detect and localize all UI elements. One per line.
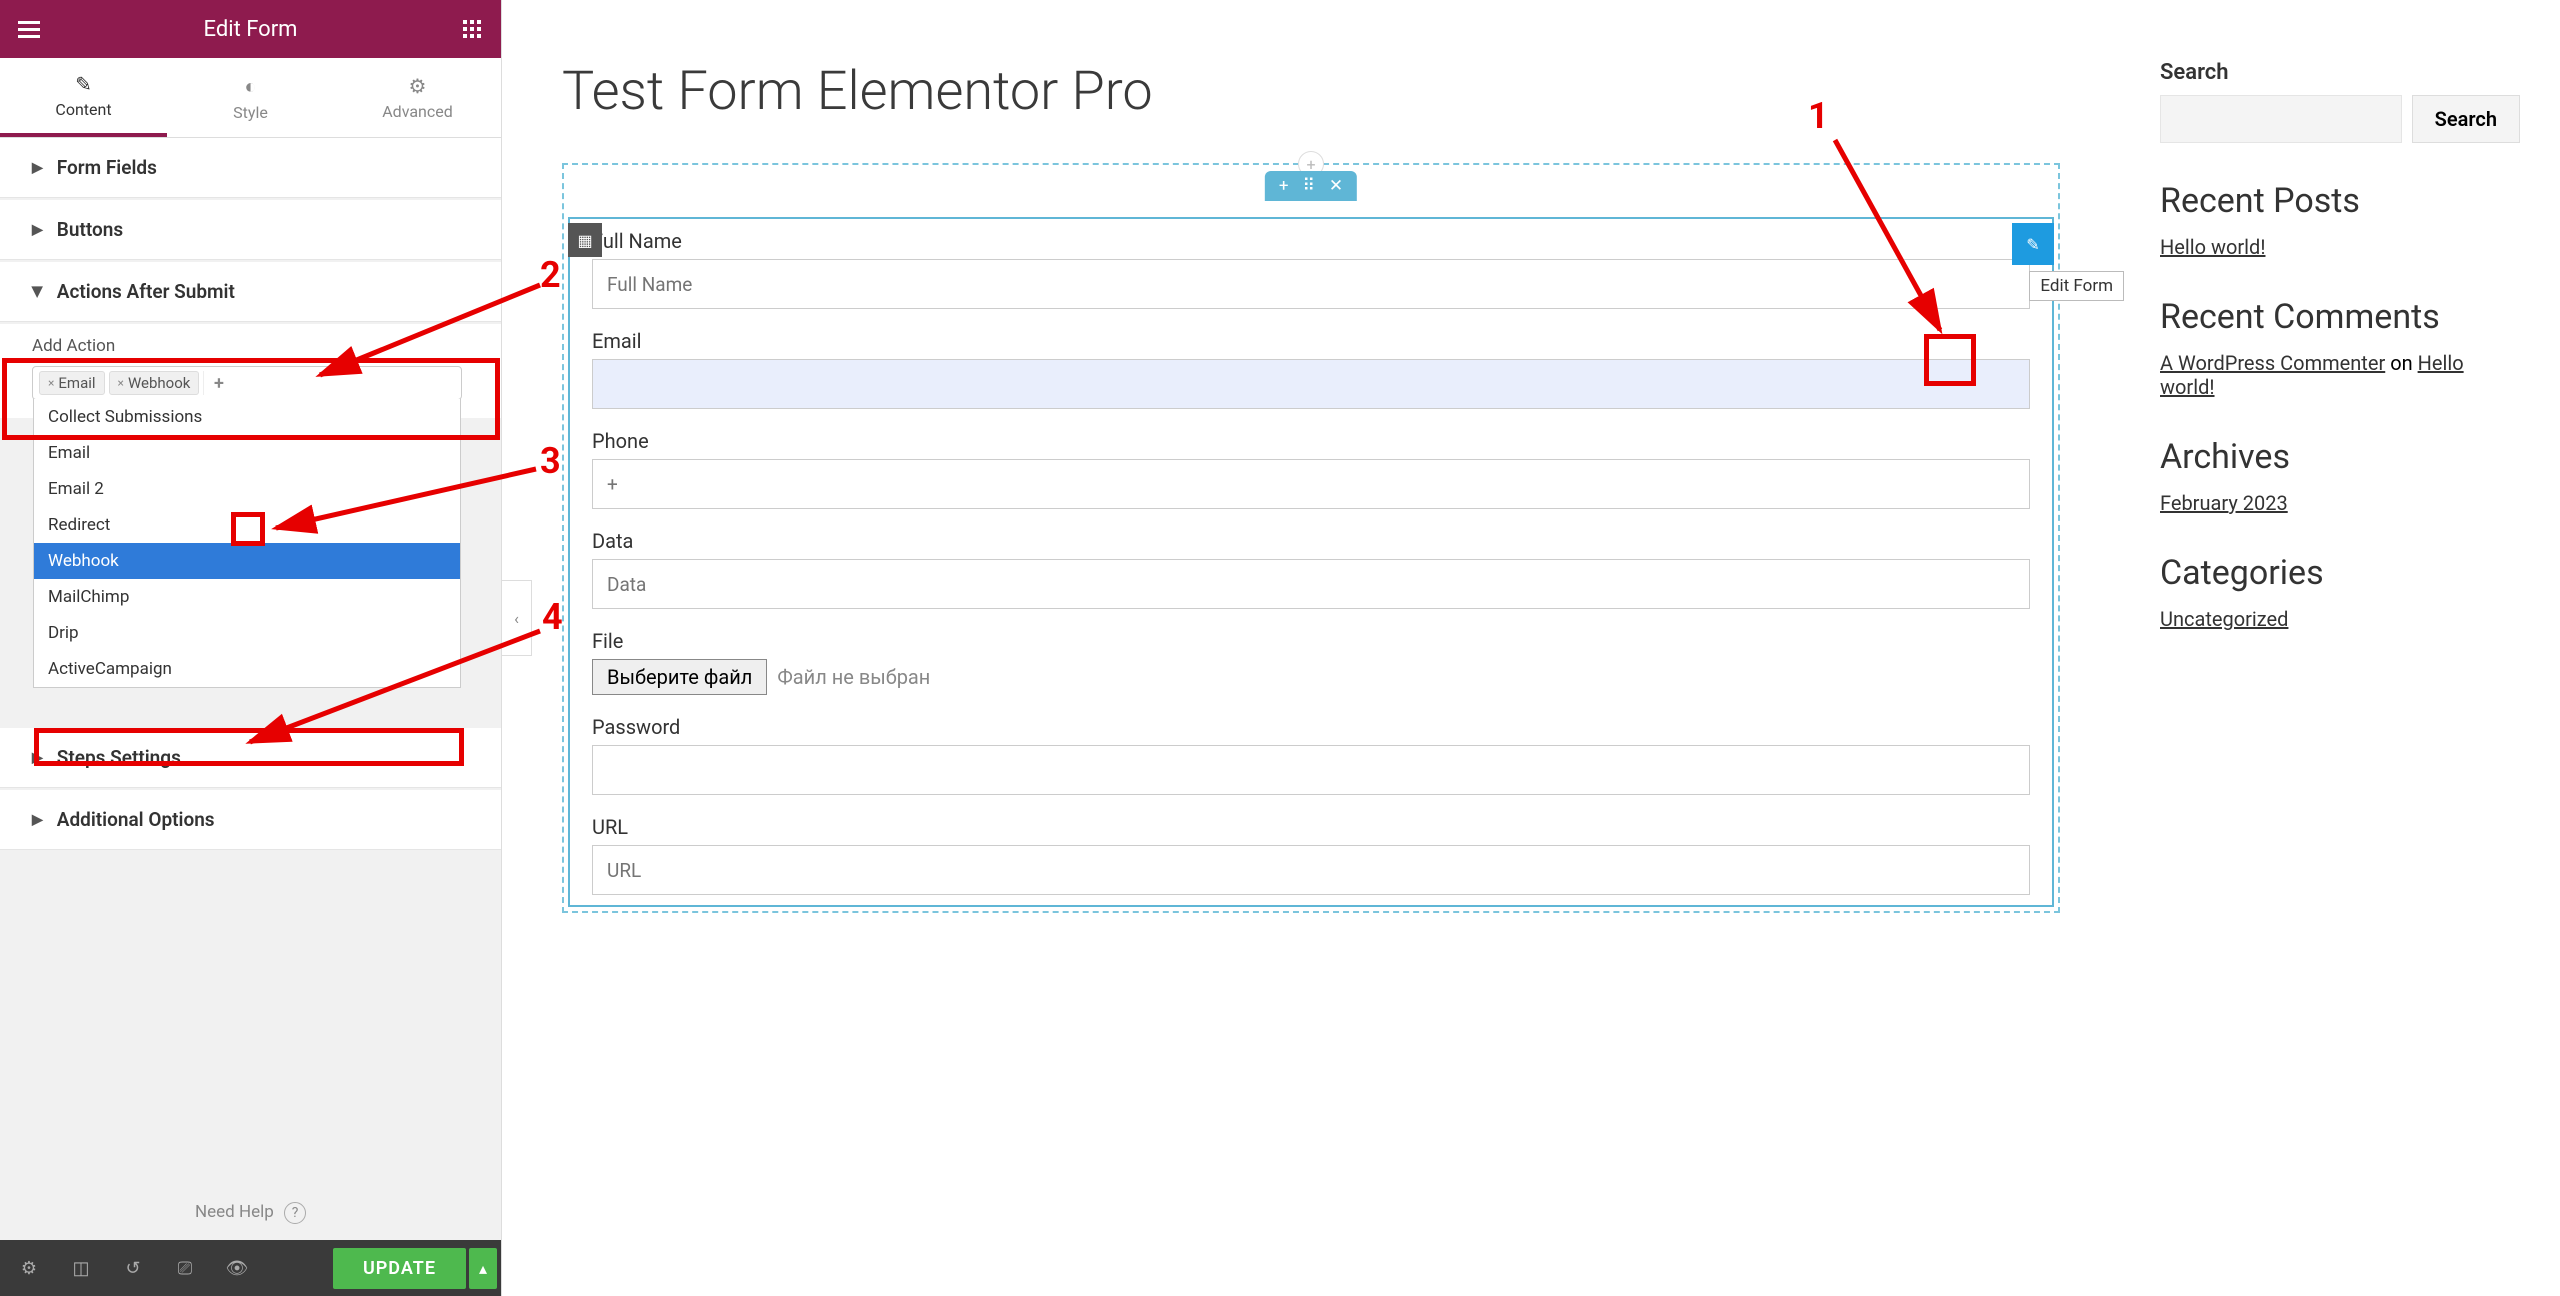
need-help-link[interactable]: Need Help ? xyxy=(0,1186,501,1240)
data-input[interactable] xyxy=(592,559,2030,609)
category-link[interactable]: Uncategorized xyxy=(2160,607,2288,631)
recent-comments-heading: Recent Comments xyxy=(2160,297,2520,337)
field-label: Data xyxy=(592,529,2030,553)
add-action-plus[interactable]: + xyxy=(203,371,227,395)
navigator-button[interactable]: ◫ xyxy=(56,1240,106,1296)
url-input[interactable] xyxy=(592,845,2030,895)
add-icon[interactable]: + xyxy=(1279,176,1289,196)
dropdown-item[interactable]: Collect Submissions xyxy=(34,399,460,435)
menu-button[interactable] xyxy=(0,21,58,38)
field-label: URL xyxy=(592,815,2030,839)
history-button[interactable]: ↺ xyxy=(108,1240,158,1296)
caret-down-icon: ▶ xyxy=(29,286,45,297)
caret-icon: ▶ xyxy=(32,812,43,828)
pencil-icon: ✎ xyxy=(75,72,92,96)
edit-widget-button[interactable]: ✎ xyxy=(2012,223,2054,265)
section-form-fields[interactable]: ▶ Form Fields xyxy=(0,138,501,198)
actions-body: Add Action ×Email ×Webhook + Collect Sub… xyxy=(0,324,501,418)
section-handles[interactable]: + ⠿ ✕ xyxy=(1265,171,1357,201)
recent-post-link[interactable]: Hello world! xyxy=(2160,235,2265,259)
field-label: Email xyxy=(592,329,2030,353)
tab-advanced[interactable]: ⚙ Advanced xyxy=(334,58,501,137)
tab-content[interactable]: ✎ Content xyxy=(0,58,167,137)
column-handle[interactable]: ▦ xyxy=(568,223,602,257)
dropdown-item-webhook[interactable]: Webhook xyxy=(34,543,460,579)
action-tag[interactable]: ×Email xyxy=(39,371,105,395)
sidebar-header: Edit Form xyxy=(0,0,501,58)
page-title: Test Form Elementor Pro xyxy=(562,60,2060,123)
apps-icon xyxy=(463,20,481,38)
gear-icon: ⚙ xyxy=(409,74,427,98)
section-buttons[interactable]: ▶ Buttons xyxy=(0,200,501,260)
editor-canvas: ‹ Test Form Elementor Pro + + ⠿ ✕ ▦ ✎ Ed… xyxy=(502,0,2120,1296)
update-options-button[interactable]: ▴ xyxy=(469,1248,497,1289)
dropdown-item[interactable]: Email 2 xyxy=(34,471,460,507)
elementor-sidebar: Edit Form ✎ Content ◐ Style ⚙ Advanced ▶… xyxy=(0,0,502,1296)
apps-button[interactable] xyxy=(443,20,501,38)
archives-heading: Archives xyxy=(2160,437,2520,477)
caret-icon: ▶ xyxy=(32,750,43,766)
caret-icon: ▶ xyxy=(32,222,43,238)
add-action-label: Add Action xyxy=(32,336,469,356)
close-icon[interactable]: ✕ xyxy=(1329,176,1343,196)
section-widget[interactable]: + + ⠿ ✕ ▦ ✎ Edit Form Full Name Email xyxy=(562,163,2060,913)
dropdown-item[interactable]: Drip xyxy=(34,615,460,651)
email-input[interactable] xyxy=(592,359,2030,409)
dropdown-item[interactable]: MailChimp xyxy=(34,579,460,615)
phone-input[interactable] xyxy=(592,459,2030,509)
panel-collapse-toggle[interactable]: ‹ xyxy=(502,580,532,656)
dropdown-item[interactable]: ActiveCampaign xyxy=(34,651,460,687)
file-choose-button[interactable]: Выберите файл xyxy=(592,659,767,695)
section-actions-after-submit[interactable]: ▶ Actions After Submit xyxy=(0,262,501,322)
field-label: File xyxy=(592,629,2030,653)
tab-style[interactable]: ◐ Style xyxy=(167,58,334,137)
panel-title: Edit Form xyxy=(58,17,443,42)
categories-heading: Categories xyxy=(2160,553,2520,593)
preview-button[interactable]: 👁 xyxy=(212,1240,262,1296)
wp-sidebar: Search Search Recent Posts Hello world! … xyxy=(2120,0,2560,1296)
recent-posts-heading: Recent Posts xyxy=(2160,181,2520,221)
settings-button[interactable]: ⚙ xyxy=(4,1240,54,1296)
drag-icon[interactable]: ⠿ xyxy=(1302,176,1314,196)
commenter-link[interactable]: A WordPress Commenter xyxy=(2160,351,2385,375)
remove-tag-icon[interactable]: × xyxy=(48,376,54,390)
panel-tabs: ✎ Content ◐ Style ⚙ Advanced xyxy=(0,58,501,138)
hamburger-icon xyxy=(18,21,40,38)
section-steps-settings[interactable]: ▶ Steps Settings xyxy=(0,728,501,788)
help-icon: ? xyxy=(284,1202,306,1224)
full-name-input[interactable] xyxy=(592,259,2030,309)
search-button[interactable]: Search xyxy=(2412,95,2520,143)
file-status-text: Файл не выбран xyxy=(777,665,930,689)
section-additional-options[interactable]: ▶ Additional Options xyxy=(0,790,501,850)
contrast-icon: ◐ xyxy=(244,74,256,99)
archive-link[interactable]: February 2023 xyxy=(2160,491,2288,515)
action-dropdown: Collect Submissions Email Email 2 Redire… xyxy=(33,399,461,688)
footer-bar: ⚙ ◫ ↺ ⎚ 👁 UPDATE ▴ xyxy=(0,1240,501,1296)
search-label: Search xyxy=(2160,60,2520,85)
form-widget[interactable]: Full Name Email Phone Data File xyxy=(568,217,2054,907)
update-button[interactable]: UPDATE xyxy=(333,1248,466,1289)
field-label: Phone xyxy=(592,429,2030,453)
password-input[interactable] xyxy=(592,745,2030,795)
remove-tag-icon[interactable]: × xyxy=(118,376,124,390)
field-label: Full Name xyxy=(592,229,2030,253)
dropdown-item[interactable]: Email xyxy=(34,435,460,471)
action-tag[interactable]: ×Webhook xyxy=(109,371,200,395)
edit-form-tooltip: Edit Form xyxy=(2029,271,2124,301)
dropdown-item[interactable]: Redirect xyxy=(34,507,460,543)
field-label: Password xyxy=(592,715,2030,739)
search-input[interactable] xyxy=(2160,95,2402,143)
responsive-button[interactable]: ⎚ xyxy=(160,1240,210,1296)
add-action-input[interactable]: ×Email ×Webhook + Collect Submissions Em… xyxy=(32,366,462,400)
caret-icon: ▶ xyxy=(32,160,43,176)
